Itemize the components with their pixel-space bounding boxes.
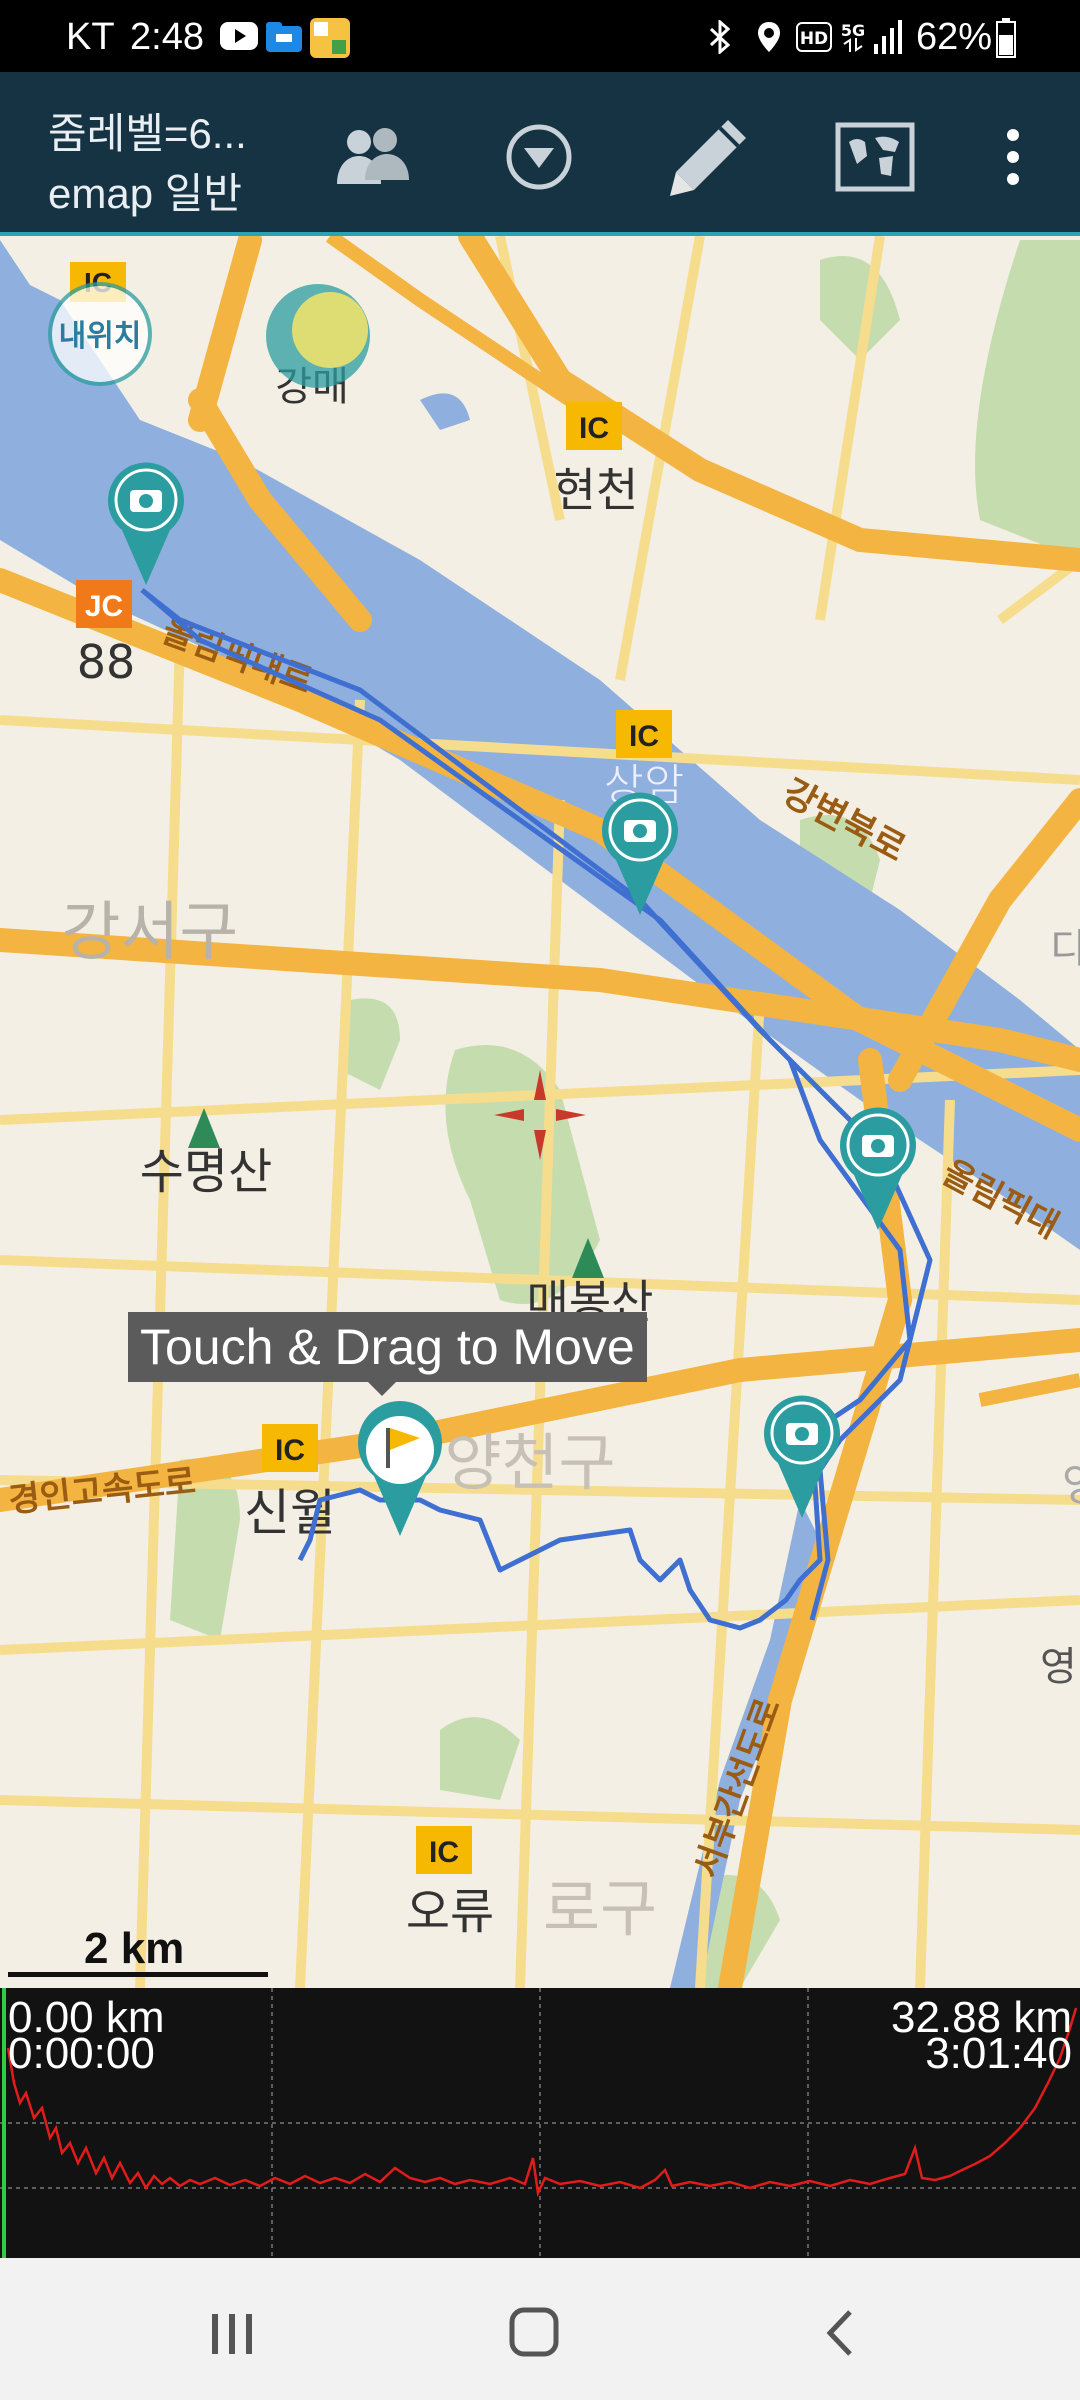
- scale-line: [8, 1972, 268, 1977]
- home-icon[interactable]: [494, 2298, 574, 2368]
- zoom-level-title[interactable]: 줌레벨=6...: [48, 100, 247, 161]
- youtube-icon: [220, 22, 258, 50]
- map-type-subtitle[interactable]: emap 일반: [48, 160, 242, 221]
- hd-icon: HD: [796, 22, 832, 52]
- dropdown-icon: [506, 124, 572, 190]
- label-jc-88: 88: [77, 635, 136, 689]
- label-sinwol: 신월: [244, 1484, 336, 1542]
- bluetooth-icon: [709, 20, 731, 54]
- scale-label: 2 km: [84, 1924, 185, 1973]
- label-yeong-2: 영: [1040, 1644, 1077, 1690]
- start-time: 0:00:00: [8, 2029, 155, 2078]
- carrier-label: KT: [66, 16, 115, 58]
- gps-accuracy-indicator: [266, 284, 370, 388]
- navigation-bar: [0, 2258, 1080, 2400]
- gallery-icon: [310, 18, 350, 58]
- start-flag-marker[interactable]: [358, 1401, 442, 1536]
- svg-text:IC: IC: [275, 1434, 305, 1467]
- elevation-profile[interactable]: 0.00 km 0:00:00 32.88 km 3:01:40: [0, 1988, 1080, 2258]
- my-location-button[interactable]: 내위치: [48, 282, 152, 386]
- status-bar: KT 2:48 HD 5G 62%: [0, 0, 1080, 72]
- ic-badge-hyeoncheon: IC: [566, 402, 622, 450]
- more-icon: [1007, 129, 1019, 185]
- label-di: 디: [1050, 926, 1080, 972]
- app-bar: 줌레벨=6... emap 일반: [0, 72, 1080, 236]
- my-location-label: 내위치: [59, 320, 142, 353]
- group-button[interactable]: [328, 112, 418, 202]
- label-yeong-1: 영: [1062, 1460, 1080, 1511]
- dropdown-button[interactable]: [494, 112, 584, 202]
- pencil-icon: [670, 120, 746, 196]
- drag-tooltip: Touch & Drag to Move: [128, 1312, 647, 1396]
- edit-button[interactable]: [664, 112, 754, 202]
- map-canvas[interactable]: IC IC IC IC IC JC 88 현천 상암 강서구 수명산 매봉산 신…: [0, 236, 1080, 1988]
- world-map-button[interactable]: [830, 112, 920, 202]
- svg-text:HD: HD: [800, 29, 828, 49]
- svg-text:5G: 5G: [841, 21, 865, 40]
- svg-text:JC: JC: [85, 590, 123, 623]
- map-view[interactable]: IC IC IC IC IC JC 88 현천 상암 강서구 수명산 매봉산 신…: [0, 236, 1080, 1988]
- label-yangcheon: 양천구: [444, 1426, 615, 1499]
- clock: 2:48: [130, 16, 204, 58]
- photo-marker[interactable]: [840, 1107, 916, 1230]
- 5g-icon: 5G: [841, 21, 865, 52]
- ic-badge-sangam: IC: [616, 710, 672, 758]
- svg-text:IC: IC: [629, 720, 659, 753]
- world-map-icon: [835, 122, 915, 192]
- label-oryu: 오류: [406, 1884, 494, 1940]
- label-guro: 로구: [543, 1872, 657, 1945]
- location-icon: [758, 22, 780, 52]
- flag-icon: [386, 1428, 390, 1468]
- ic-badge-oryu: IC: [416, 1826, 472, 1874]
- group-icon: [337, 128, 409, 184]
- recent-apps-icon[interactable]: [192, 2298, 272, 2368]
- label-hyeoncheon: 현천: [554, 463, 639, 517]
- folder-icon: [266, 22, 302, 52]
- end-time: 3:01:40: [925, 2029, 1072, 2078]
- more-options-button[interactable]: [968, 112, 1058, 202]
- svg-text:IC: IC: [579, 412, 609, 445]
- signal-icon: [874, 20, 902, 54]
- svg-text:IC: IC: [429, 1836, 459, 1869]
- jc-badge-88: JC: [76, 580, 132, 628]
- label-gangseo: 강서구: [62, 896, 239, 970]
- battery-percent: 62%: [916, 16, 993, 58]
- scale-bar: 2 km: [8, 1920, 268, 1980]
- ic-badge-sinwol: IC: [262, 1424, 318, 1472]
- battery-icon: [996, 18, 1016, 58]
- back-icon[interactable]: [800, 2298, 880, 2368]
- label-gyeongin: 경인고속도로: [7, 1462, 198, 1521]
- label-sumyeongsan: 수명산: [140, 1144, 272, 1200]
